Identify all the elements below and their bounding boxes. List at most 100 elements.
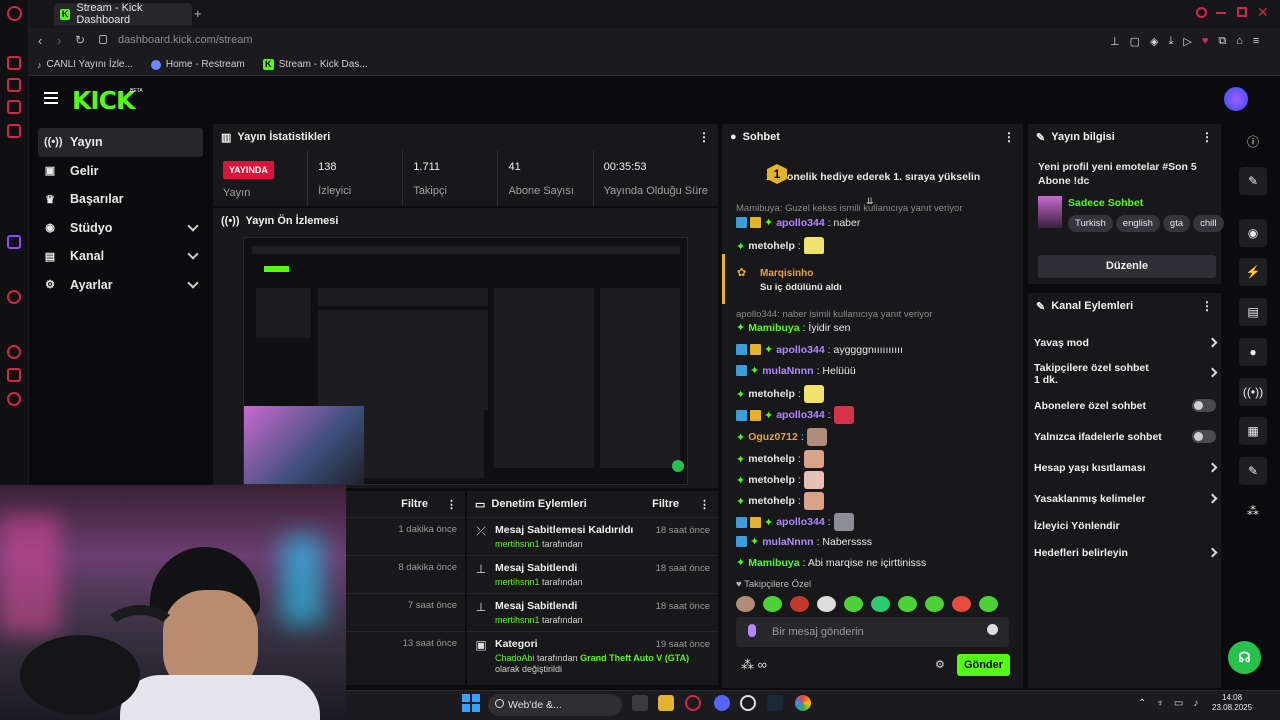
pin-icon[interactable]: ⊥ <box>1110 35 1120 48</box>
url-field[interactable]: dashboard.kick.com/stream <box>118 34 253 46</box>
lightning-icon[interactable]: ⚡ <box>1239 258 1267 286</box>
taskbar-search[interactable]: Web'de &... <box>488 694 622 716</box>
twitch-icon[interactable] <box>7 235 21 249</box>
emote-icon[interactable] <box>790 596 809 612</box>
action-subscribers-only[interactable]: Abonelere özel sohbet <box>1034 399 1220 412</box>
community-icon[interactable]: ⁂ <box>1239 497 1267 525</box>
opera-logo-icon[interactable] <box>7 6 22 21</box>
action-slow-mode[interactable]: Yavaş mod <box>1034 337 1220 349</box>
tag-pill[interactable]: gta <box>1162 215 1191 232</box>
chat-message[interactable]: ✦ metohelp: <box>736 471 824 489</box>
filter-button[interactable]: Filtre <box>401 498 428 510</box>
chat-message[interactable]: ✦ metohelp: <box>736 492 824 510</box>
nav-item-basarilar[interactable]: ♛ Başarılar <box>38 185 203 214</box>
nav-item-yayin[interactable]: ((•)) Yayın <box>38 128 203 157</box>
action-goals[interactable]: Hedefleri belirleyin <box>1034 547 1220 559</box>
edit-icon[interactable]: ✎ <box>1239 167 1267 195</box>
chevron-up-icon[interactable]: ⌃ <box>1138 698 1146 709</box>
steam-icon[interactable] <box>767 695 783 711</box>
kick-logo[interactable]: KICK <box>72 86 135 115</box>
nav-item-studyo[interactable]: ◉ Stüdyo <box>38 214 203 243</box>
action-account-age[interactable]: Hesap yaşı kısıtlaması <box>1034 462 1220 474</box>
bookmark-item[interactable]: Home - Restream <box>150 59 245 70</box>
clock-icon[interactable] <box>7 345 21 359</box>
bookmark-item[interactable]: K Stream - Kick Das... <box>262 59 368 70</box>
bookmark-item[interactable]: ♪ CANLI Yayını İzle... <box>37 59 133 70</box>
nav-item-ayarlar[interactable]: ⚙ Ayarlar <box>38 271 203 300</box>
sidebar-app-icon[interactable] <box>7 368 21 382</box>
chat-bubble-icon[interactable]: ● <box>1239 338 1267 366</box>
maximize-icon[interactable] <box>1237 7 1247 17</box>
minimize-icon[interactable] <box>1216 12 1226 14</box>
close-icon[interactable]: ✕ <box>1257 4 1269 21</box>
file-explorer-icon[interactable] <box>658 695 674 711</box>
tag-pill[interactable]: chill <box>1193 215 1224 232</box>
discord-icon[interactable] <box>714 695 730 711</box>
nav-item-kanal[interactable]: ▤ Kanal <box>38 242 203 271</box>
document-icon[interactable]: ▤ <box>1239 298 1267 326</box>
action-host[interactable]: İzleyici Yönlendir <box>1034 520 1220 532</box>
hamburger-menu-icon[interactable] <box>44 92 58 104</box>
emote-icon[interactable] <box>925 596 944 612</box>
sidebar-app-icon[interactable] <box>7 56 21 70</box>
settings-icon[interactable] <box>7 392 21 406</box>
profile-icon[interactable]: ⌂ <box>1236 35 1243 48</box>
info-icon[interactable]: ⓘ <box>1239 128 1267 156</box>
emoji-icon[interactable] <box>987 624 998 635</box>
category-link[interactable]: Sadece Sohbet <box>1068 197 1143 209</box>
community-icon[interactable]: ⁂ ∞ <box>741 657 767 673</box>
emote-icon[interactable] <box>736 596 755 612</box>
microphone-icon[interactable]: ♆ <box>1156 698 1164 709</box>
chat-message[interactable]: ✦ metohelp: <box>736 450 824 468</box>
volume-icon[interactable]: ♪ <box>1193 698 1198 709</box>
emote-icon[interactable] <box>952 596 971 612</box>
action-emote-only[interactable]: Yalnızca ifadelerle sohbet <box>1034 430 1220 443</box>
chat-message[interactable]: ✦ Oguz0712: <box>736 428 827 446</box>
network-icon[interactable]: ▭ <box>1174 698 1183 709</box>
broadcast-icon[interactable]: ((•)) <box>1239 378 1267 406</box>
snapshot-icon[interactable]: ▢ <box>1130 35 1140 48</box>
chrome-icon[interactable] <box>795 695 811 711</box>
back-icon[interactable]: ‹ <box>38 33 42 48</box>
reload-icon[interactable]: ↻ <box>75 33 85 47</box>
emote-only-toggle[interactable] <box>1192 430 1216 443</box>
stream-preview-video[interactable] <box>243 237 688 485</box>
more-options-icon[interactable]: ⋮ <box>1201 130 1213 144</box>
download-icon[interactable]: ⤓ <box>1168 35 1173 48</box>
more-options-icon[interactable]: ⋮ <box>698 130 710 144</box>
layout-icon[interactable]: ▦ <box>1239 417 1267 445</box>
shield-icon[interactable]: ◈ <box>1150 35 1158 48</box>
opera-icon[interactable] <box>685 695 701 711</box>
subscribers-only-toggle[interactable] <box>1192 399 1216 412</box>
filter-button[interactable]: Filtre <box>652 498 679 510</box>
more-options-icon[interactable]: ⋮ <box>446 498 457 511</box>
emote-icon[interactable] <box>898 596 917 612</box>
task-view-icon[interactable] <box>632 695 648 711</box>
extensions-icon[interactable]: ⧉ <box>1218 35 1226 48</box>
sidebar-app-icon[interactable] <box>7 124 21 138</box>
tag-pill[interactable]: Turkish <box>1068 215 1113 232</box>
heart-icon[interactable]: ♥ <box>1202 35 1209 48</box>
chat-message[interactable]: ✦ metohelp: <box>736 385 824 403</box>
microphone-icon[interactable] <box>748 624 756 637</box>
more-options-icon[interactable]: ⋮ <box>1201 299 1213 313</box>
app-icon[interactable] <box>740 695 756 711</box>
chat-message[interactable]: ✦ apollo344: ayggggnıııııııııı <box>736 343 903 356</box>
chat-message[interactable]: ✦ mulaNnnn: Naberssss <box>736 535 872 548</box>
chat-message[interactable]: ✦ Mamibuya: İyidir sen <box>736 321 850 335</box>
send-button[interactable]: Gönder <box>957 654 1010 676</box>
chat-message[interactable]: ✦ apollo344: <box>736 513 854 531</box>
chat-message-input[interactable]: Bir mesaj gönderin <box>736 617 1009 647</box>
camera-icon[interactable]: ◉ <box>1239 219 1267 247</box>
sidebar-app-icon[interactable] <box>7 100 21 114</box>
sidebar-app-icon[interactable] <box>7 78 21 92</box>
chat-settings-icon[interactable]: ⚙ <box>935 658 945 671</box>
play-icon[interactable]: ▷ <box>1183 35 1191 48</box>
more-options-icon[interactable]: ⋮ <box>699 498 710 511</box>
emote-icon[interactable] <box>763 596 782 612</box>
nav-item-gelir[interactable]: ▣ Gelir <box>38 157 203 186</box>
menu-icon[interactable]: ≡ <box>1253 35 1259 48</box>
sidebar-app-icon[interactable] <box>7 290 21 304</box>
chat-message[interactable]: ✦ Mamibuya: Abi marqise ne içirttinisss <box>736 556 926 570</box>
forward-icon[interactable]: › <box>57 33 61 48</box>
